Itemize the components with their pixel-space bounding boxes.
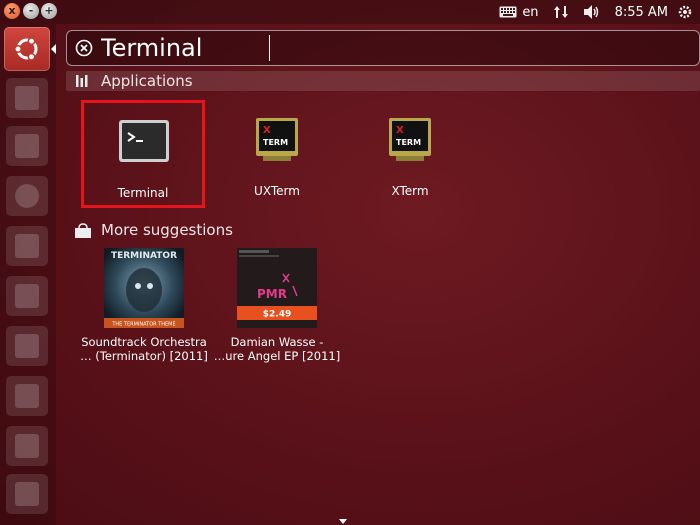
more-suggestions-label: More suggestions (101, 221, 233, 239)
ubuntu-logo-icon (14, 37, 38, 61)
sound-indicator[interactable] (583, 4, 601, 20)
suggestion-title-line1: Damian Wasse - (230, 335, 324, 349)
gear-icon (678, 5, 692, 19)
launcher-item-amazon[interactable] (6, 426, 48, 466)
price-label: $2.49 (263, 310, 291, 320)
applications-category-header[interactable]: Applications (66, 71, 700, 91)
svg-text:TERM: TERM (396, 138, 421, 147)
launcher-item-impress[interactable] (6, 326, 48, 366)
filter-expander-arrow[interactable] (339, 519, 347, 524)
settings-icon (15, 482, 39, 506)
search-input[interactable] (101, 32, 681, 64)
svg-text:X: X (396, 125, 404, 136)
network-arrows-icon (553, 6, 568, 18)
speaker-icon (583, 5, 598, 19)
maximize-window-button[interactable]: + (41, 3, 57, 19)
album-cover-terminator: TERMINATOR THE TERMINATOR THEME (104, 248, 184, 328)
launcher-item-firefox[interactable] (6, 176, 48, 216)
active-launcher-arrow (51, 44, 56, 54)
dash-home-button[interactable] (4, 27, 50, 71)
launcher (0, 24, 56, 525)
suggestion-title-line1: Soundtrack Orchestra (81, 335, 207, 349)
keyboard-layout-label: en (522, 4, 539, 20)
search-box[interactable] (66, 30, 700, 66)
svg-text:TERM: TERM (263, 138, 288, 147)
suggestion-title-line2: …ure Angel EP [2011] (213, 349, 341, 363)
keyboard-icon (499, 6, 517, 18)
keyboard-indicator[interactable]: en (499, 4, 539, 20)
svg-text:TERMINATOR: TERMINATOR (111, 251, 177, 261)
svg-text:PMR: PMR (257, 287, 287, 301)
indicator-area: en 8:55 AM (499, 0, 700, 24)
launcher-item-files[interactable] (6, 126, 48, 166)
network-indicator[interactable] (553, 4, 569, 20)
spreadsheet-icon (15, 284, 39, 308)
text-caret (269, 35, 270, 61)
xterm-icon: X TERM (256, 118, 298, 161)
album-cover-damian-wasse: PMR $2.49 (237, 248, 317, 328)
amazon-icon (15, 434, 39, 458)
document-icon (15, 234, 39, 258)
launcher-item-calc[interactable] (6, 276, 48, 316)
xterm-icon: X TERM (389, 118, 431, 161)
svg-text:THE TERMINATOR THEME: THE TERMINATOR THEME (111, 322, 175, 328)
folder-icon (15, 134, 39, 158)
launcher-item-writer[interactable] (6, 226, 48, 266)
clear-search-icon[interactable] (75, 39, 93, 57)
clock[interactable]: 8:55 AM (615, 5, 668, 20)
software-center-icon (15, 384, 39, 408)
suggestion-title-line2: … (Terminator) [2011] (80, 349, 208, 363)
shopping-bag-icon (75, 223, 91, 238)
app-result-terminal[interactable]: Terminal (81, 100, 205, 208)
launcher-item-settings[interactable] (6, 474, 48, 514)
minimize-window-button[interactable]: - (23, 3, 39, 19)
launcher-item-software-center[interactable] (6, 376, 48, 416)
app-label-xterm: XTerm (391, 184, 429, 198)
app-label-uxterm: UXTerm (254, 184, 300, 198)
presentation-icon (15, 334, 39, 358)
close-window-button[interactable]: x (4, 3, 20, 19)
applications-filter-icon (76, 75, 88, 87)
home-icon (15, 86, 39, 110)
app-result-xterm[interactable]: X TERM XTerm (348, 100, 472, 208)
browser-icon (15, 184, 39, 208)
session-indicator[interactable] (678, 5, 692, 19)
app-label-terminal: Terminal (117, 186, 169, 200)
launcher-item-files-home[interactable] (6, 78, 48, 118)
applications-category-label: Applications (101, 72, 193, 90)
svg-text:X: X (263, 125, 271, 136)
top-panel: x - + en 8:55 AM (0, 0, 700, 24)
app-result-uxterm[interactable]: X TERM UXTerm (215, 100, 339, 208)
terminal-icon (119, 120, 169, 162)
